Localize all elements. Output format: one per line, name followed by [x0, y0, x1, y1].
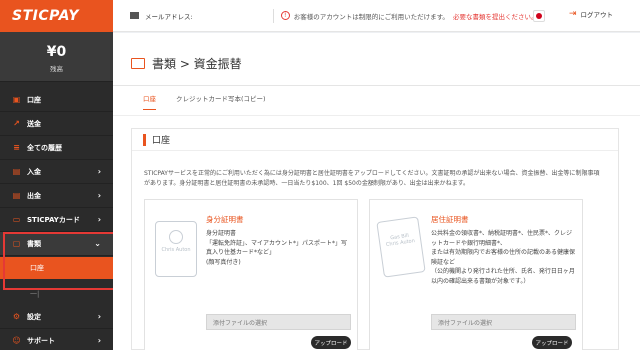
- japan-flag-icon: [536, 13, 542, 19]
- folder-icon: [131, 58, 145, 69]
- panel-description: STICPAYサービスを正常的にご利用いただく為には身分証明書と居住証明書をアッ…: [144, 170, 600, 187]
- highlight-frame: [3, 232, 120, 290]
- warning-text: お客様のアカウントは制限的にご利用いただけます。: [293, 12, 449, 21]
- support-icon: ☺: [12, 336, 21, 345]
- withdraw-icon: ▤: [12, 191, 21, 200]
- sidebar-subitem-label: 一|: [30, 290, 40, 298]
- divider: [113, 85, 640, 86]
- chevron-right-icon: ›: [97, 336, 101, 345]
- account-panel: 口座 STICPAYサービスを正常的にご利用いただく為には身分証明書と居住証明書…: [131, 128, 619, 350]
- logout-button[interactable]: ⇥ ログアウト: [569, 9, 613, 19]
- chevron-right-icon: ›: [97, 191, 101, 200]
- balance-label: 残高: [50, 65, 63, 73]
- page-title: 書類 > 資金振替: [131, 55, 242, 72]
- panel-header: 口座: [132, 129, 618, 151]
- sidebar-item-label: 送金: [27, 119, 41, 128]
- card-title: 居住証明書: [431, 215, 469, 224]
- card-icon: ▭: [12, 215, 21, 224]
- doc-sample-text: Chris Auton: [161, 247, 191, 253]
- email-label: メールアドレス:: [145, 12, 193, 21]
- file-select-input[interactable]: 添付ファイルの選択: [206, 314, 351, 330]
- sidebar-item-label: 設定: [27, 312, 41, 321]
- logout-icon: ⇥: [569, 9, 577, 19]
- doc-sample-text: Gas Bill Chris Auton: [385, 232, 416, 249]
- main-content: 書類 > 資金振替 口座 クレジットカード写本(コピー) 口座 STICPAYサ…: [113, 33, 640, 350]
- sticpay-logo[interactable]: STICPAY: [12, 8, 79, 24]
- sidebar-item-withdraw[interactable]: ▤ 出金 ›: [0, 184, 113, 208]
- address-document-card: Gas Bill Chris Auton 居住証明書 公共料金の領収書*、納税証…: [369, 199, 583, 350]
- card-description: 公共料金の領収書*、納税証明書*、住民票*、クレジットカードや銀行明細書*、 ま…: [431, 230, 576, 285]
- divider: [113, 115, 640, 116]
- tab-bar: 口座 クレジットカード写本(コピー): [143, 93, 286, 110]
- logo-bar: STICPAY: [0, 0, 113, 32]
- sidebar-item-label: 口座: [27, 95, 41, 104]
- warning-icon: !: [280, 11, 290, 20]
- chart-icon: ↗: [13, 119, 20, 128]
- sidebar-item-settings[interactable]: ⚙ 設定 ›: [0, 305, 113, 329]
- sidebar: STICPAY ¥0 残高 ▣ 口座 ↗ 送金 ≡ 全ての履歴 ▤ 入金 › ▤…: [0, 0, 113, 350]
- bill-illustration: Gas Bill Chris Auton: [376, 216, 426, 278]
- sidebar-item-label: サポート: [27, 336, 55, 345]
- tab-account[interactable]: 口座: [143, 93, 156, 110]
- sidebar-item-support[interactable]: ☺ サポート ›: [0, 329, 113, 350]
- breadcrumb: 書類 > 資金振替: [152, 57, 242, 71]
- sidebar-item-label: 入金: [27, 167, 41, 176]
- avatar-icon: [169, 230, 183, 244]
- list-icon: ≡: [13, 143, 20, 152]
- file-select-input[interactable]: 添付ファイルの選択: [431, 314, 576, 330]
- sidebar-item-card[interactable]: ▭ STICPAYカード ›: [0, 208, 113, 232]
- upload-button[interactable]: アップロード: [311, 336, 351, 349]
- sidebar-item-label: 全ての履歴: [27, 143, 62, 152]
- account-warning: ! お客様のアカウントは制限的にご利用いただけます。 必要な書類を提出ください。: [280, 11, 538, 21]
- chevron-right-icon: ›: [97, 215, 101, 224]
- submit-documents-link[interactable]: 必要な書類を提出ください。: [453, 11, 538, 21]
- upload-button[interactable]: アップロード: [532, 336, 572, 349]
- sidebar-item-deposit[interactable]: ▤ 入金 ›: [0, 160, 113, 184]
- balance-amount: ¥0: [46, 44, 67, 60]
- person-card-icon: ▣: [12, 95, 21, 104]
- sidebar-item-label: STICPAYカード: [27, 215, 80, 224]
- sidebar-item-account[interactable]: ▣ 口座: [0, 88, 113, 112]
- deposit-icon: ▤: [12, 167, 21, 176]
- divider: [272, 8, 274, 23]
- card-title: 身分証明書: [206, 215, 244, 224]
- mail-icon: [130, 12, 139, 19]
- chevron-right-icon: ›: [97, 167, 101, 176]
- language-flag-button[interactable]: [533, 10, 545, 22]
- gear-icon: ⚙: [12, 312, 21, 321]
- sidebar-item-history[interactable]: ≡ 全ての履歴: [0, 136, 113, 160]
- card-description: 身分証明書 「運転免許証」、マイアカウント*」パスポート*」写真入り住基カード*…: [206, 230, 348, 266]
- sidebar-item-transfer[interactable]: ↗ 送金: [0, 112, 113, 136]
- accent-bar: [143, 133, 146, 146]
- top-bar: メールアドレス: ! お客様のアカウントは制限的にご利用いただけます。 必要な書…: [113, 0, 640, 32]
- email-display: メールアドレス:: [130, 11, 193, 21]
- chevron-right-icon: ›: [97, 312, 101, 321]
- balance-box: ¥0 残高: [0, 32, 113, 82]
- logout-label: ログアウト: [580, 11, 614, 19]
- panel-title: 口座: [152, 136, 171, 146]
- id-card-illustration: Chris Auton: [155, 221, 197, 277]
- tab-credit-card-copy[interactable]: クレジットカード写本(コピー): [176, 93, 266, 110]
- sidebar-item-label: 出金: [27, 191, 41, 200]
- id-document-card: Chris Auton 身分証明書 身分証明書 「運転免許証」、マイアカウント*…: [144, 199, 358, 350]
